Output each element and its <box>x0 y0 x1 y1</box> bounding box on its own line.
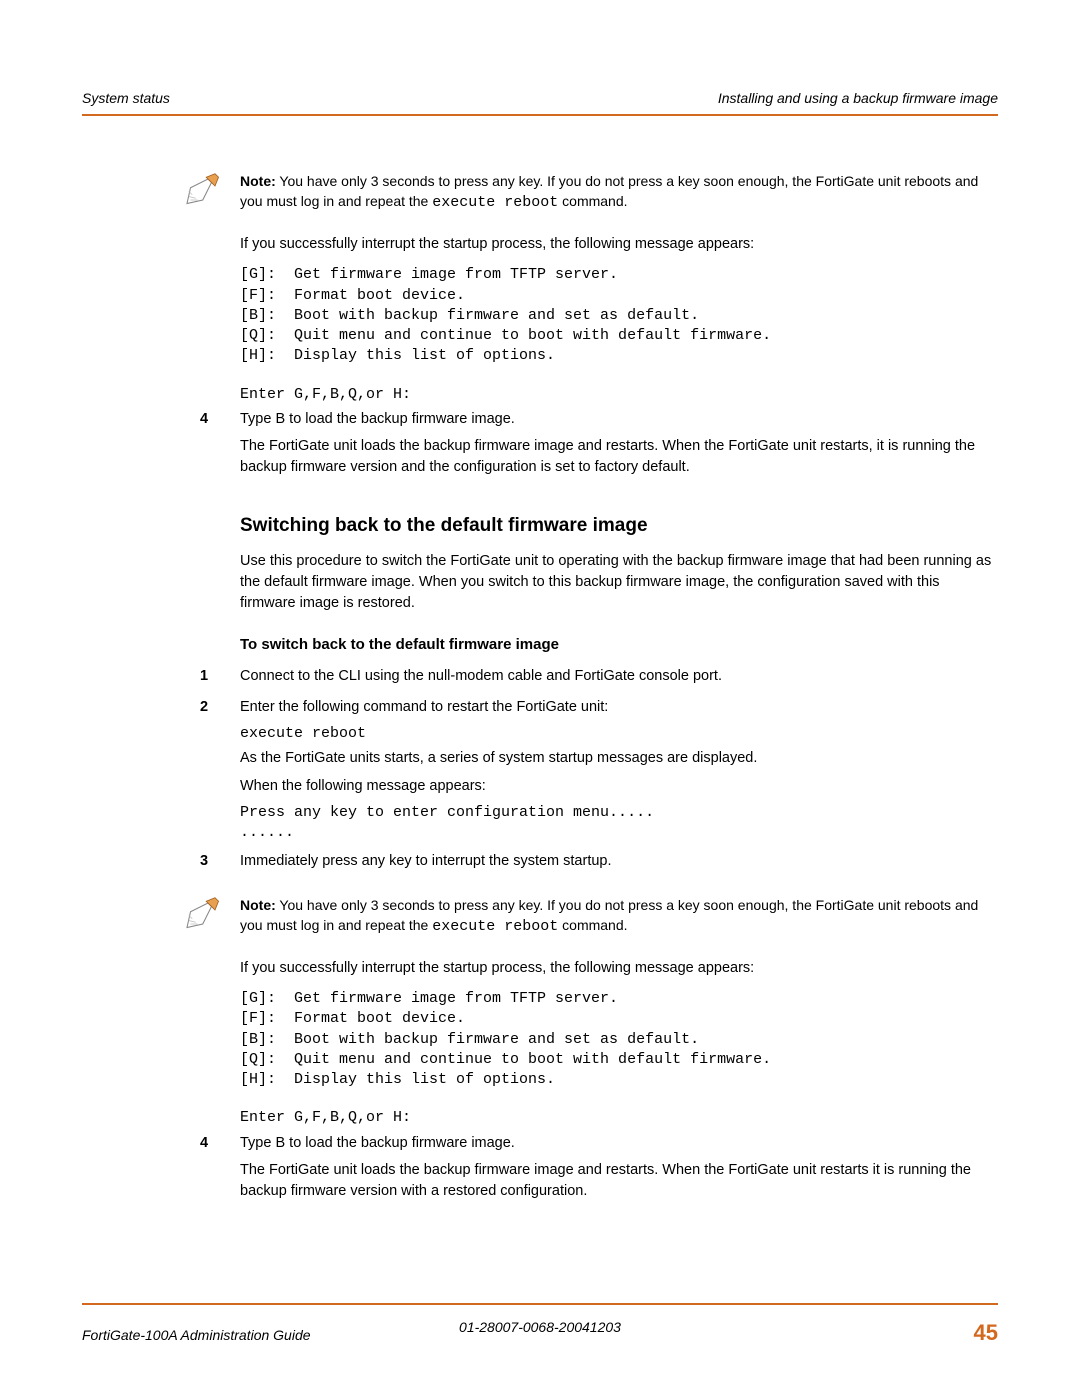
note-body-b: command. <box>558 193 627 209</box>
header-left: System status <box>82 88 170 108</box>
note-block-1: Note: You have only 3 seconds to press a… <box>180 172 998 214</box>
enter-prompt-2: Enter G,F,B,Q,or H: <box>240 1108 998 1128</box>
note-label: Note: <box>240 173 276 189</box>
note-label: Note: <box>240 897 276 913</box>
step-number: 4 <box>200 1133 240 1208</box>
footer-left: FortiGate-100A Administration Guide <box>82 1325 311 1345</box>
note-text-1: Note: You have only 3 seconds to press a… <box>240 172 998 213</box>
note-block-2: Note: You have only 3 seconds to press a… <box>180 896 998 938</box>
page-footer: FortiGate-100A Administration Guide 01-2… <box>82 1303 998 1349</box>
page-header: System status Installing and using a bac… <box>82 88 998 116</box>
step-line: Type B to load the backup firmware image… <box>240 1133 998 1154</box>
step-line: When the following message appears: <box>240 776 998 797</box>
interrupt-message-1: If you successfully interrupt the startu… <box>240 234 998 255</box>
boot-menu-2: [G]: Get firmware image from TFTP server… <box>240 989 998 1090</box>
main-content: Note: You have only 3 seconds to press a… <box>82 172 998 1207</box>
step-line: Immediately press any key to interrupt t… <box>240 851 998 872</box>
step-2: 2 Enter the following command to restart… <box>200 697 998 847</box>
note-pencil-icon <box>180 896 222 938</box>
footer-center: 01-28007-0068-20041203 <box>459 1317 621 1337</box>
boot-menu-1: [G]: Get firmware image from TFTP server… <box>240 265 998 366</box>
step-3: 3 Immediately press any key to interrupt… <box>200 851 998 878</box>
step-number: 2 <box>200 697 240 847</box>
cmd-execute-reboot: execute reboot <box>240 724 998 744</box>
step-4b: 4 Type B to load the backup firmware ima… <box>200 1133 998 1208</box>
note-text-2: Note: You have only 3 seconds to press a… <box>240 896 998 937</box>
step-4a: 4 Type B to load the backup firmware ima… <box>200 409 998 484</box>
note-body-b: command. <box>558 917 627 933</box>
note-cmd: execute reboot <box>432 918 558 935</box>
step-line: Type B to load the backup firmware image… <box>240 409 998 430</box>
step-line: Enter the following command to restart t… <box>240 697 998 718</box>
heading-switching-back: Switching back to the default firmware i… <box>240 512 998 540</box>
press-any-key-msg: Press any key to enter configuration men… <box>240 803 998 844</box>
header-right: Installing and using a backup firmware i… <box>718 88 998 108</box>
intro-paragraph: Use this procedure to switch the FortiGa… <box>240 551 998 614</box>
step-line: Connect to the CLI using the null-modem … <box>240 666 998 687</box>
note-cmd: execute reboot <box>432 194 558 211</box>
subheading-to-switch: To switch back to the default firmware i… <box>240 634 998 656</box>
step-number: 4 <box>200 409 240 484</box>
page-number: 45 <box>974 1317 998 1349</box>
step-number: 1 <box>200 666 240 693</box>
step-1: 1 Connect to the CLI using the null-mode… <box>200 666 998 693</box>
step-line: As the FortiGate units starts, a series … <box>240 748 998 769</box>
step-line: The FortiGate unit loads the backup firm… <box>240 436 998 478</box>
note-pencil-icon <box>180 172 222 214</box>
step-line: The FortiGate unit loads the backup firm… <box>240 1160 998 1202</box>
enter-prompt-1: Enter G,F,B,Q,or H: <box>240 385 998 405</box>
step-number: 3 <box>200 851 240 878</box>
interrupt-message-2: If you successfully interrupt the startu… <box>240 958 998 979</box>
